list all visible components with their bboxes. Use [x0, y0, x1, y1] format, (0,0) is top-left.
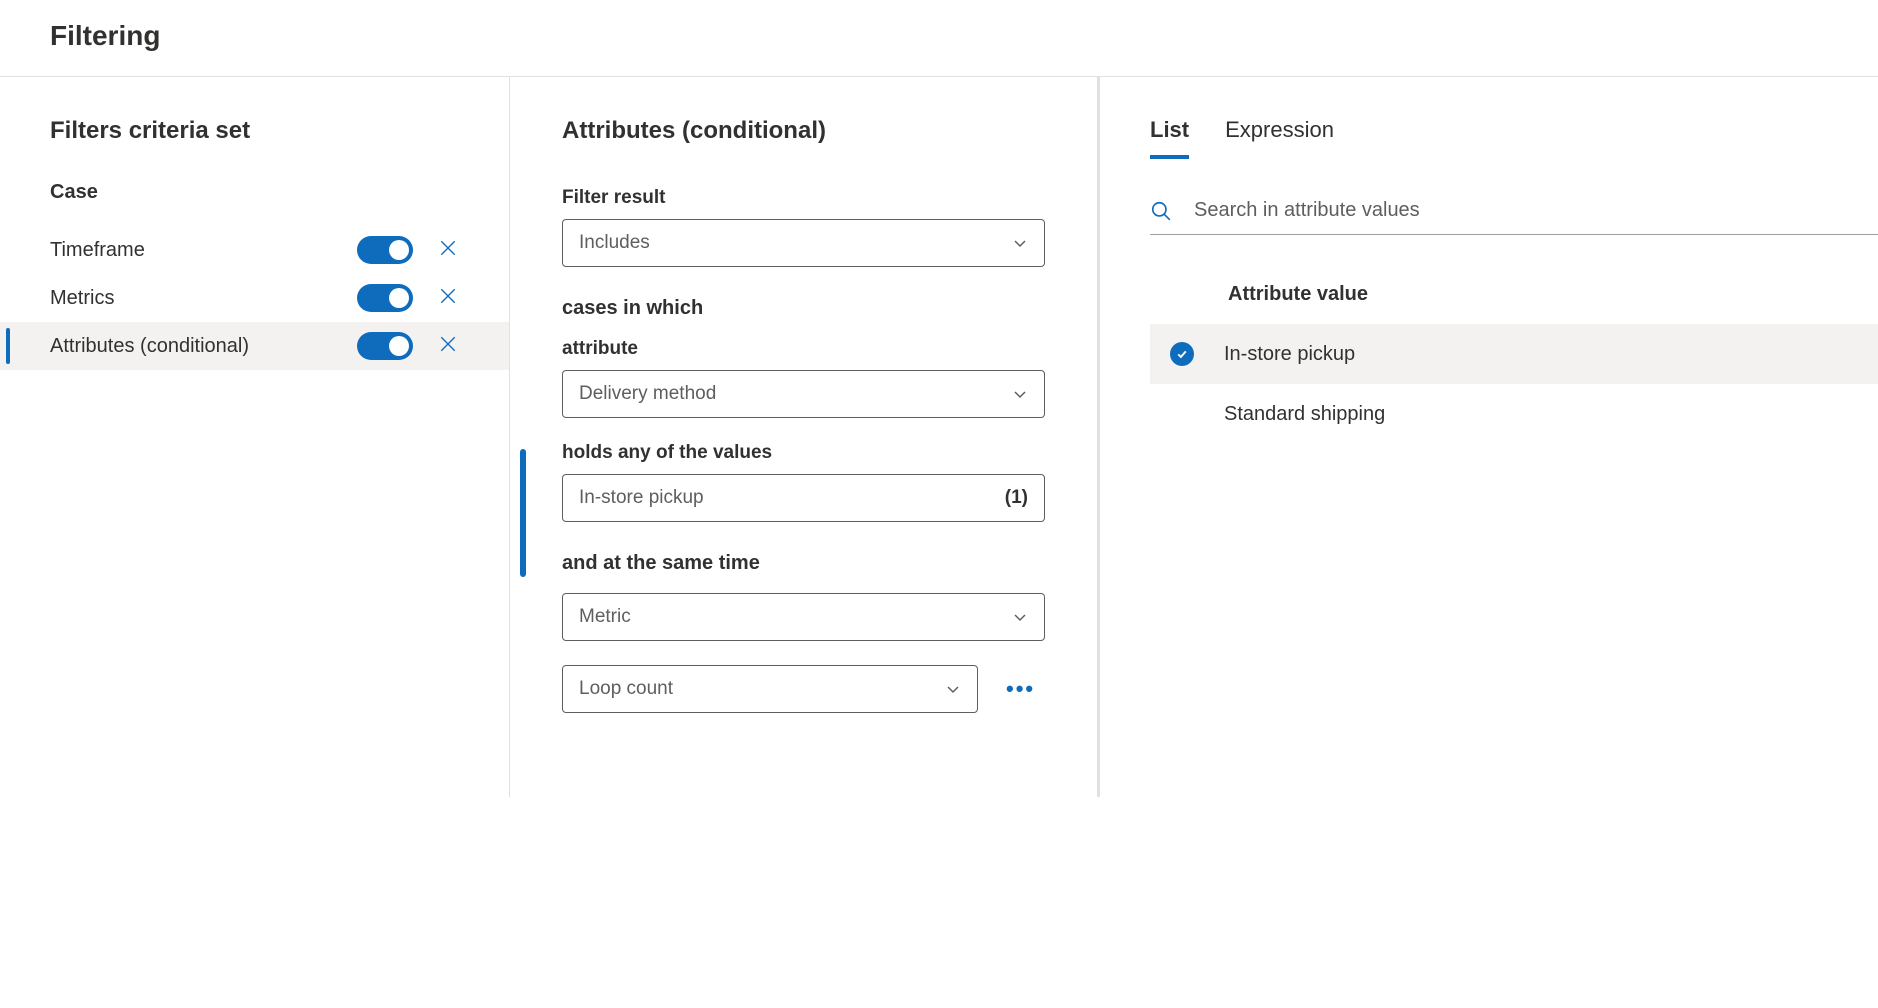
attributes-conditional-panel: Attributes (conditional) Filter result I… — [510, 77, 1100, 797]
toggle-timeframe[interactable] — [357, 236, 413, 264]
holds-value-text: In-store pickup — [579, 487, 704, 509]
attributes-conditional-title: Attributes (conditional) — [510, 117, 1097, 145]
filter-item-label: Timeframe — [50, 239, 357, 262]
tab-expression[interactable]: Expression — [1225, 117, 1334, 159]
attribute-value-header: Attribute value — [1150, 283, 1878, 306]
chevron-down-icon — [1012, 609, 1028, 625]
checkmark-placeholder — [1170, 402, 1194, 426]
filter-item-timeframe[interactable]: Timeframe — [0, 226, 509, 274]
checkmark-icon — [1170, 342, 1194, 366]
filter-item-attributes-conditional[interactable]: Attributes (conditional) — [0, 322, 509, 370]
loop-count-select[interactable]: Loop count — [562, 665, 978, 713]
holds-values-label: holds any of the values — [562, 442, 1045, 464]
close-icon[interactable] — [437, 285, 459, 311]
tabs: List Expression — [1150, 117, 1878, 159]
toggle-metrics[interactable] — [357, 284, 413, 312]
filter-item-label: Attributes (conditional) — [50, 335, 357, 358]
holds-value-count: (1) — [1005, 487, 1028, 509]
search-input[interactable] — [1194, 199, 1858, 222]
tab-list[interactable]: List — [1150, 117, 1189, 159]
chevron-down-icon — [945, 681, 961, 697]
cases-in-which-text: cases in which — [562, 297, 1045, 320]
search-icon — [1150, 200, 1172, 222]
attribute-value-label: Standard shipping — [1224, 403, 1385, 426]
close-icon[interactable] — [437, 333, 459, 359]
and-same-time-text: and at the same time — [562, 552, 1045, 575]
active-section-marker — [520, 449, 526, 577]
holds-values-field[interactable]: In-store pickup (1) — [562, 474, 1045, 522]
page-title: Filtering — [0, 0, 1878, 76]
attribute-value-item[interactable]: In-store pickup — [1150, 324, 1878, 384]
more-options-icon[interactable]: ••• — [1006, 676, 1035, 702]
select-value: Includes — [579, 232, 650, 254]
filter-item-metrics[interactable]: Metrics — [0, 274, 509, 322]
attribute-value-item[interactable]: Standard shipping — [1150, 384, 1878, 444]
attribute-value-label: In-store pickup — [1224, 343, 1355, 366]
select-value: Delivery method — [579, 383, 716, 405]
values-panel: List Expression Attribute value In-store… — [1100, 77, 1878, 797]
select-value: Metric — [579, 606, 631, 628]
search-row — [1150, 199, 1878, 235]
close-icon[interactable] — [437, 237, 459, 263]
attribute-label: attribute — [562, 338, 1045, 360]
metric-select[interactable]: Metric — [562, 593, 1045, 641]
attribute-select[interactable]: Delivery method — [562, 370, 1045, 418]
filter-result-label: Filter result — [562, 187, 1045, 209]
select-value: Loop count — [579, 678, 673, 700]
filter-result-select[interactable]: Includes — [562, 219, 1045, 267]
chevron-down-icon — [1012, 235, 1028, 251]
filters-criteria-panel: Filters criteria set Case Timeframe Metr… — [0, 77, 510, 797]
toggle-attributes[interactable] — [357, 332, 413, 360]
filters-criteria-title: Filters criteria set — [0, 117, 509, 145]
chevron-down-icon — [1012, 386, 1028, 402]
filters-group-case: Case — [0, 181, 509, 204]
filter-item-label: Metrics — [50, 287, 357, 310]
